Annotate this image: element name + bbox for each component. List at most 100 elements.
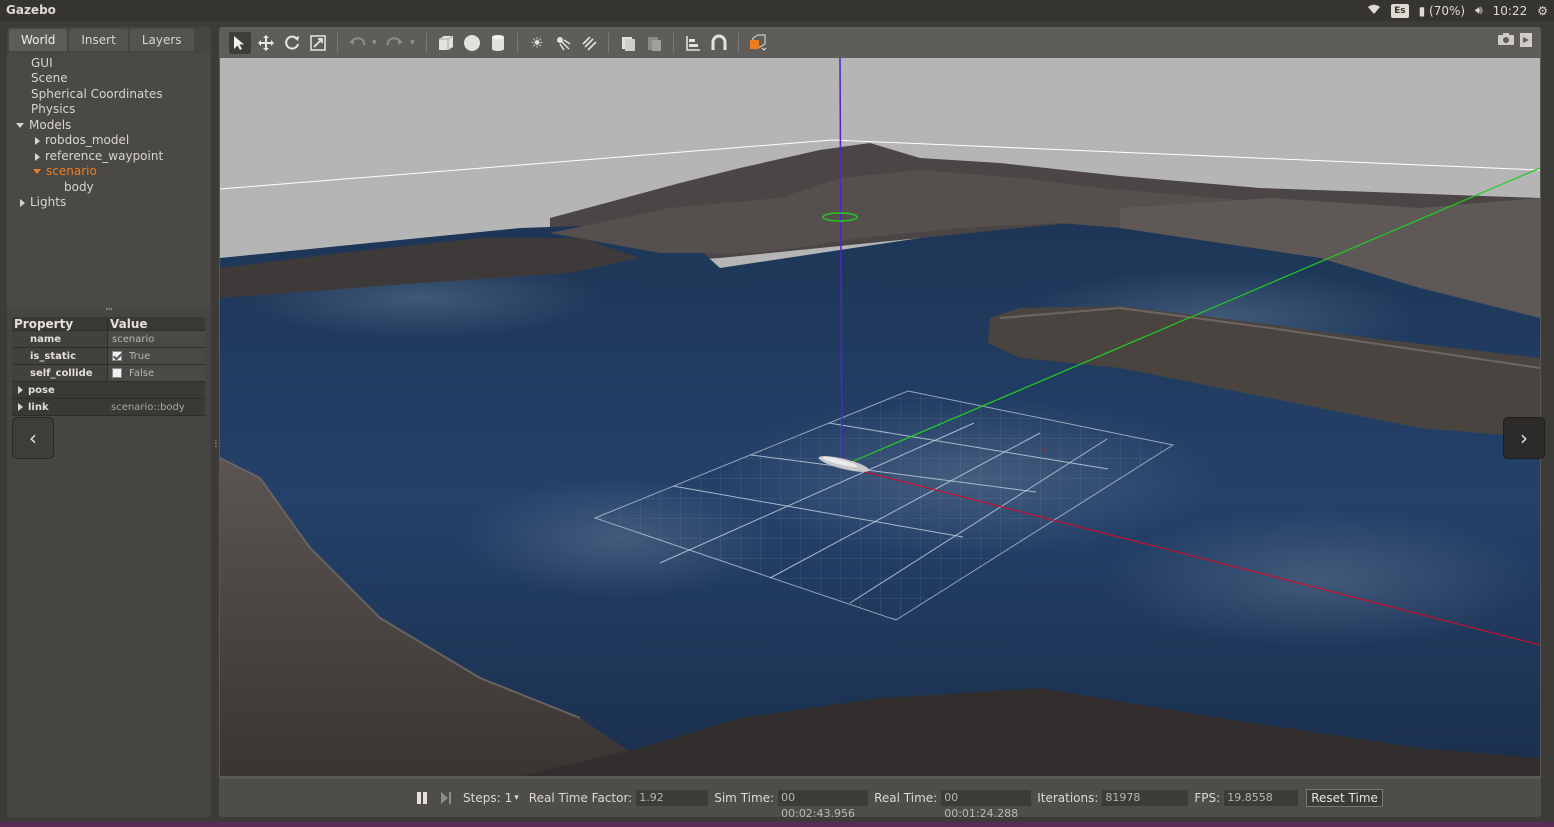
toolbar-separator (337, 32, 338, 53)
view-angle-icon[interactable] (747, 32, 769, 54)
spot-light-icon[interactable] (552, 32, 574, 54)
fps-value: 19.8558 (1224, 790, 1299, 806)
property-group-pose[interactable]: pose (12, 382, 205, 399)
paste-icon[interactable] (643, 32, 665, 54)
property-row-is-static: is_static True (12, 348, 205, 365)
property-row-self-collide: self_collide False (12, 365, 205, 382)
iterations-label: Iterations: (1037, 791, 1099, 805)
left-panel-tabs: World Insert Layers (9, 29, 194, 51)
redo-dropdown-icon[interactable]: ▾ (410, 38, 418, 48)
keyboard-layout-indicator[interactable]: Es (1391, 3, 1409, 18)
battery-icon: ▮ (1418, 3, 1426, 18)
bottom-edge-bar (0, 822, 1554, 827)
world-tree: GUI Scene Spherical Coordinates Physics … (7, 53, 211, 308)
property-key: link (28, 401, 49, 413)
tree-item-scenario[interactable]: scenario (33, 164, 97, 179)
steps-spinbox[interactable]: 1 (505, 791, 513, 805)
align-icon[interactable] (682, 32, 704, 54)
real-time-value: 00 00:01:24.288 (941, 790, 1032, 817)
property-key: pose (28, 384, 55, 396)
steps-label: Steps: (463, 791, 501, 805)
translate-icon[interactable] (255, 32, 277, 54)
property-value: False (108, 365, 154, 381)
wifi-icon[interactable] (1367, 4, 1381, 18)
directional-light-icon[interactable] (578, 32, 600, 54)
expand-down-icon[interactable] (16, 123, 24, 128)
collapse-left-panel-button[interactable]: ‹ (12, 417, 54, 459)
tree-item-gui[interactable]: GUI (31, 56, 53, 71)
screenshot-icon[interactable] (1497, 32, 1515, 50)
expand-right-icon[interactable] (35, 136, 40, 145)
property-group-link[interactable]: link scenario::body (12, 399, 205, 416)
pause-icon[interactable] (415, 791, 429, 805)
tree-item-robdos-model[interactable]: robdos_model (35, 133, 129, 148)
waypoint-marker (1042, 448, 1046, 452)
left-splitter-handle[interactable]: ⋮ (212, 439, 220, 449)
3d-scene-viewport[interactable] (220, 58, 1540, 776)
expand-right-icon[interactable] (18, 403, 23, 411)
tab-layers[interactable]: Layers (129, 29, 194, 51)
undo-icon[interactable] (346, 32, 368, 54)
volume-icon[interactable]: 🔊︎ (1475, 3, 1483, 18)
property-key: self_collide (12, 365, 108, 381)
battery-percentage: (70%) (1429, 3, 1466, 18)
property-value: True (108, 348, 150, 364)
panel-splitter-handle[interactable]: ''' (105, 308, 113, 316)
point-light-icon[interactable]: ☀ (526, 32, 548, 54)
box-icon[interactable] (435, 32, 457, 54)
cylinder-icon[interactable] (487, 32, 509, 54)
tree-item-spherical-coordinates[interactable]: Spherical Coordinates (31, 87, 163, 102)
expand-right-icon[interactable] (35, 152, 40, 161)
tree-item-label: Models (29, 118, 72, 132)
status-bar: Steps: 1 ▾ Real Time Factor: 1.92 Sim Ti… (219, 779, 1541, 817)
real-time-factor-label: Real Time Factor: (528, 791, 633, 805)
record-icon[interactable] (1519, 32, 1533, 52)
main-toolbar: ▾ ▾ ☀ (219, 27, 1541, 58)
property-key: name (12, 331, 108, 347)
tree-item-reference-waypoint[interactable]: reference_waypoint (35, 149, 163, 164)
reset-time-button[interactable]: Reset Time (1306, 789, 1383, 807)
is-static-checkbox[interactable] (112, 351, 122, 361)
tree-item-physics[interactable]: Physics (31, 102, 75, 117)
tab-world[interactable]: World (9, 29, 68, 51)
undo-dropdown-icon[interactable]: ▾ (372, 38, 380, 48)
sphere-icon[interactable] (461, 32, 483, 54)
header-property: Property (12, 317, 108, 331)
snap-icon[interactable] (708, 32, 730, 54)
expand-right-icon[interactable] (20, 198, 25, 207)
select-arrow-icon[interactable] (229, 31, 251, 54)
tree-item-scene[interactable]: Scene (31, 71, 68, 86)
tree-item-models[interactable]: Models (16, 118, 71, 133)
tab-insert[interactable]: Insert (69, 29, 128, 51)
chevron-down-icon[interactable]: ▾ (514, 793, 519, 803)
property-row-name: name scenario (12, 331, 205, 348)
checkbox-label: True (129, 350, 151, 362)
step-icon[interactable] (441, 792, 453, 804)
self-collide-checkbox[interactable] (112, 368, 122, 378)
property-table: Property Value name scenario is_static T… (12, 317, 205, 416)
expand-right-panel-button[interactable]: › (1503, 417, 1545, 459)
left-panel: World Insert Layers GUI Scene Spherical … (7, 27, 211, 817)
expand-right-icon[interactable] (18, 386, 23, 394)
scene-render (220, 58, 1540, 776)
property-table-header: Property Value (12, 317, 205, 331)
property-value: scenario (112, 333, 155, 345)
chevron-left-icon: ‹ (29, 426, 37, 450)
tree-item-body[interactable]: body (64, 180, 94, 195)
expand-down-icon[interactable] (33, 169, 41, 174)
sim-time-label: Sim Time: (714, 791, 775, 805)
tree-item-label: scenario (46, 164, 97, 178)
settings-gear-icon[interactable]: ⚙ (1537, 4, 1548, 18)
clock[interactable]: 10:22 (1493, 4, 1528, 18)
scale-icon[interactable] (307, 32, 329, 54)
main-window: World Insert Layers GUI Scene Spherical … (0, 21, 1554, 827)
battery-indicator[interactable]: ▮ (70%) (1419, 4, 1465, 18)
system-top-bar: Gazebo Es ▮ (70%) 🔊︎ 10:22 ⚙ (0, 0, 1554, 21)
redo-icon[interactable] (384, 32, 406, 54)
tree-item-lights[interactable]: Lights (20, 195, 66, 210)
checkbox-label: False (129, 367, 155, 379)
copy-icon[interactable] (617, 32, 639, 54)
real-time-factor-value: 1.92 (636, 790, 709, 806)
rotate-icon[interactable] (281, 32, 303, 54)
render-window: ▾ ▾ ☀ Steps: 1 ▾ Real Time Factor: 1.92 … (219, 27, 1541, 817)
